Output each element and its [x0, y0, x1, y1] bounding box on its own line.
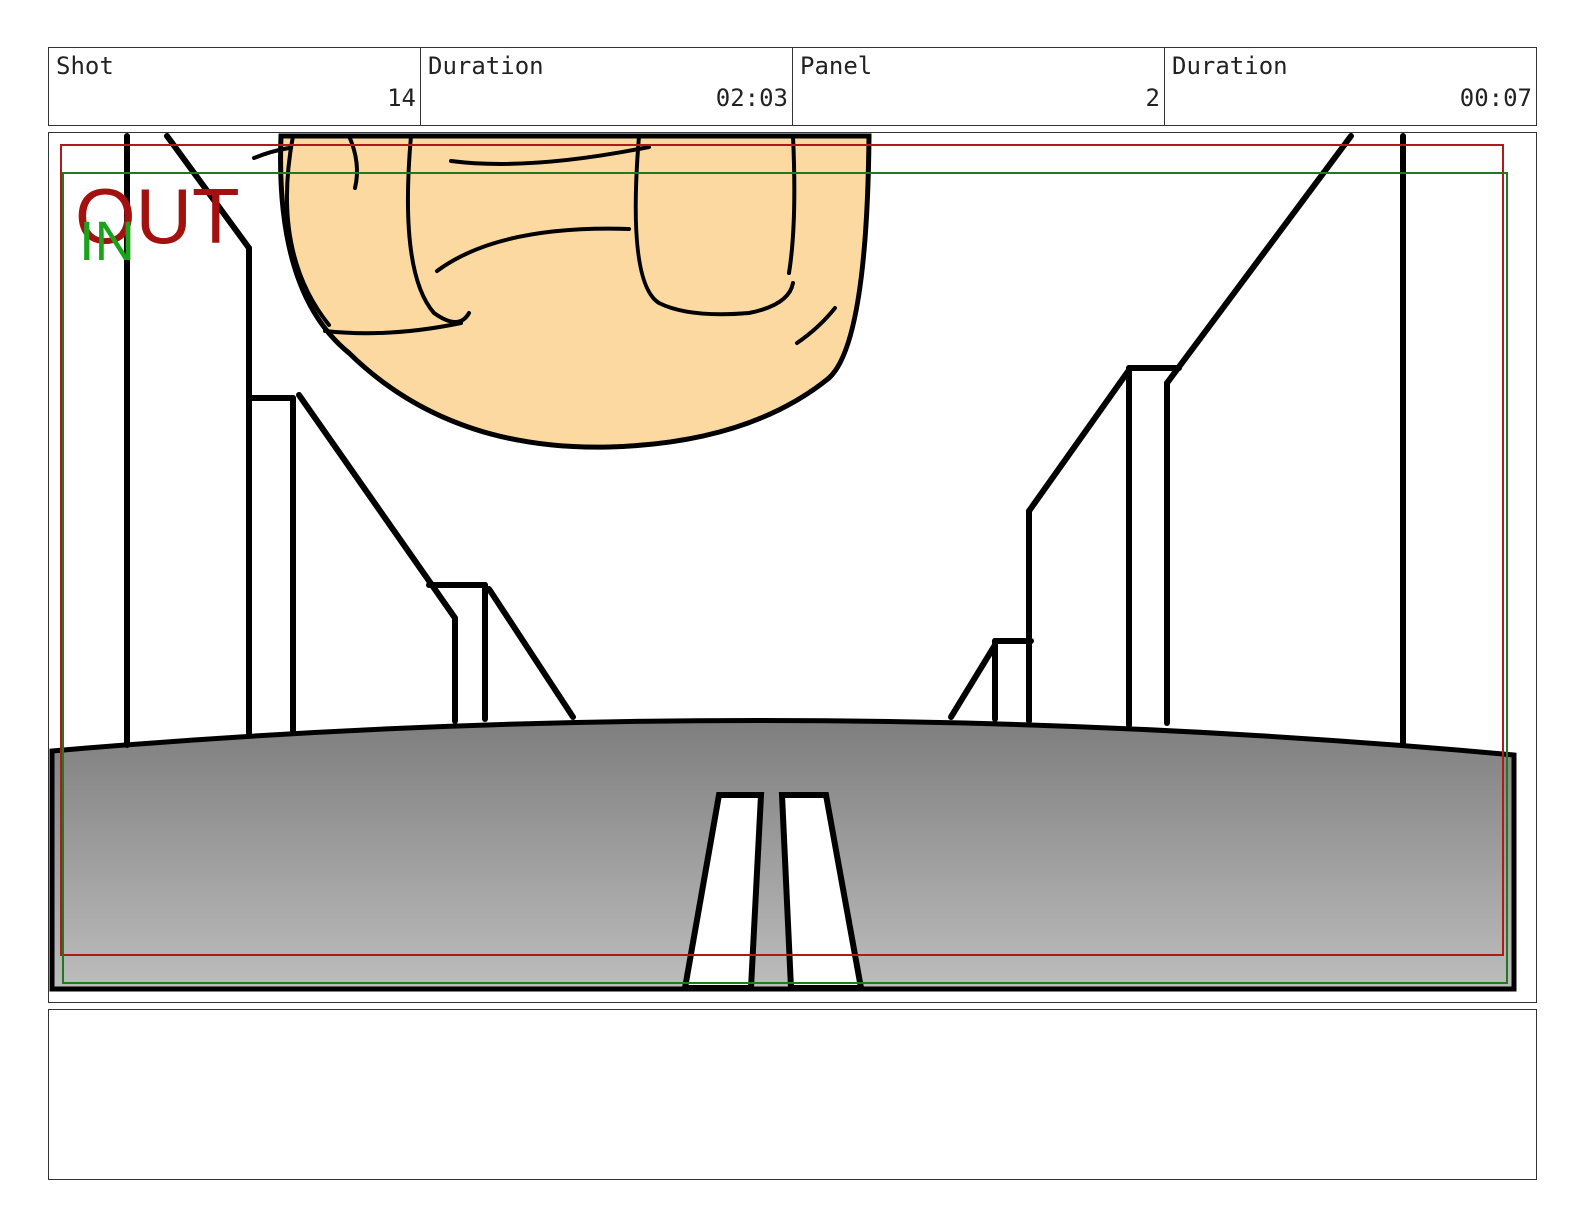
panel-label: Panel: [800, 52, 873, 80]
panel-duration-label: Duration: [1172, 52, 1288, 80]
panel-duration-cell: Duration 00:07: [1165, 48, 1536, 125]
shot-duration-value[interactable]: 02:03: [716, 84, 788, 112]
shot-value[interactable]: 14: [387, 84, 416, 112]
storyboard-panel[interactable]: OUT IN: [48, 132, 1537, 1003]
panel-drawing: [49, 133, 1517, 992]
shot-duration-label: Duration: [428, 52, 544, 80]
shot-label: Shot: [56, 52, 114, 80]
panel-notes-box[interactable]: [48, 1009, 1537, 1180]
panel-value[interactable]: 2: [1146, 84, 1160, 112]
shot-duration-cell: Duration 02:03: [421, 48, 793, 125]
right-structures: [948, 133, 1406, 746]
hand-illustration: [252, 133, 872, 450]
in-frame-label: IN: [79, 209, 135, 272]
panel-cell: Panel 2: [793, 48, 1165, 125]
panel-header: Shot 14 Duration 02:03 Panel 2 Duration …: [48, 47, 1537, 126]
shot-cell: Shot 14: [49, 48, 421, 125]
panel-duration-value[interactable]: 00:07: [1460, 84, 1532, 112]
